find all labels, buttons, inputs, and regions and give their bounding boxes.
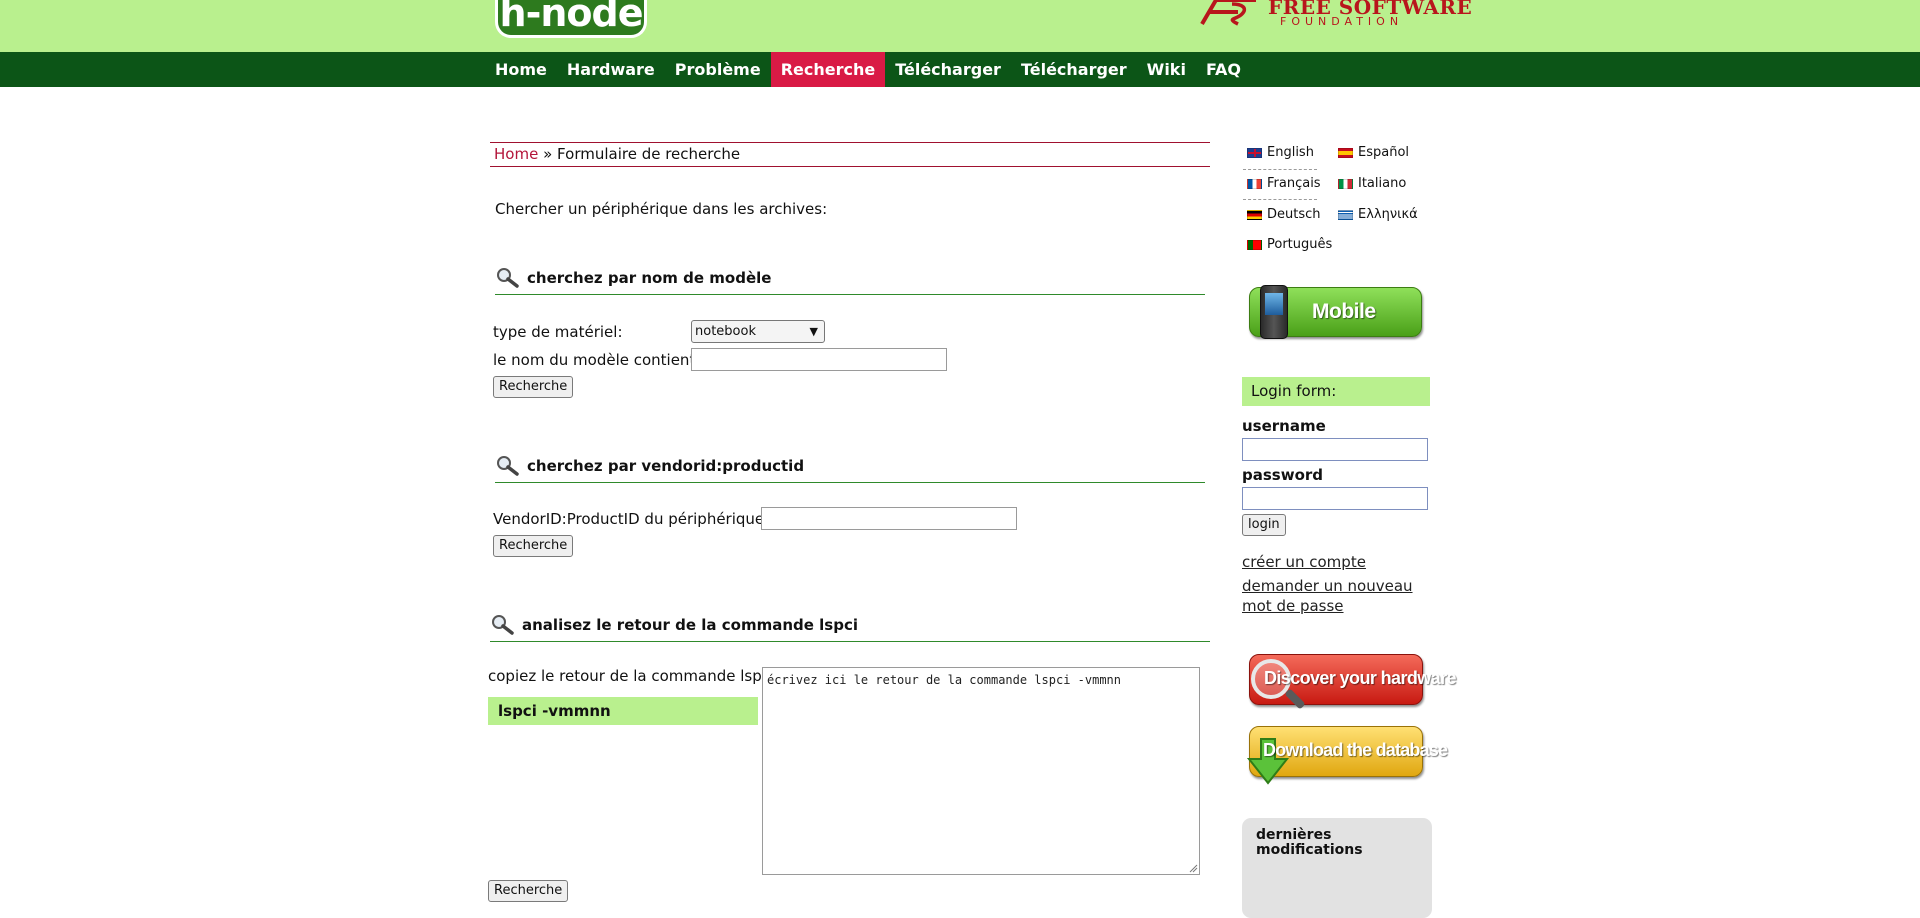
login-form-title: Login form: [1242, 377, 1430, 406]
discover-button-label: Discover your hardware [1264, 668, 1456, 688]
lang-label: Ελληνικά [1358, 207, 1418, 222]
model-search-heading: cherchez par nom de modèle [495, 265, 1205, 295]
main-navbar: Home Hardware Problème Recherche Télécha… [0, 52, 1920, 87]
magnifier-icon [497, 456, 519, 476]
vendor-search-button[interactable]: Recherche [493, 535, 574, 557]
lang-label: English [1267, 145, 1314, 160]
password-label: password [1242, 466, 1324, 484]
lang-french[interactable]: Français [1247, 176, 1321, 191]
top-banner [0, 0, 1920, 52]
nav-home[interactable]: Home [485, 52, 557, 87]
download-database-button[interactable]: Download the database [1246, 726, 1448, 785]
nav-faq[interactable]: FAQ [1196, 52, 1251, 87]
lspci-output-textarea[interactable]: écrivez ici le retour de la commande lsp… [762, 667, 1200, 875]
vendor-product-label: VendorID:ProductID du périphérique: [493, 510, 770, 528]
mobile-button-label: Mobile [1312, 300, 1376, 323]
nav-wiki[interactable]: Wiki [1137, 52, 1196, 87]
lang-greek[interactable]: Ελληνικά [1338, 207, 1418, 222]
download-button-label: Download the database [1263, 740, 1448, 760]
recent-changes-title: dernières modifications [1256, 827, 1363, 858]
model-search-button[interactable]: Recherche [493, 376, 574, 398]
lang-english[interactable]: English [1247, 145, 1314, 160]
vendor-search-title: cherchez par vendorid:productid [527, 457, 805, 475]
spain-flag-icon [1338, 147, 1353, 158]
hardware-type-label: type de matériel: [493, 323, 623, 341]
lang-label: Português [1267, 237, 1333, 252]
magnifier-icon [492, 615, 514, 635]
lang-label: Italiano [1358, 176, 1407, 191]
nav-telecharger-2[interactable]: Télécharger [1011, 52, 1137, 87]
phone-icon [1260, 285, 1288, 339]
intro-text: Chercher un périphérique dans les archiv… [495, 200, 828, 218]
lspci-command-box: lspci -vmmnn [488, 697, 758, 725]
fsf-mark-icon [1200, 0, 1256, 26]
lang-divider [1243, 199, 1317, 200]
model-search-title: cherchez par nom de modèle [527, 269, 772, 287]
lang-label: Français [1267, 176, 1321, 191]
chevron-down-icon: ▼ [809, 325, 818, 338]
vendor-search-heading: cherchez par vendorid:productid [495, 453, 1205, 483]
fsf-logo[interactable]: FREE SOFTWARE FOUNDATION [1198, 0, 1472, 28]
username-input[interactable] [1242, 438, 1428, 461]
model-name-label: le nom du modèle contient: [493, 351, 701, 369]
magnifier-icon [497, 268, 519, 288]
vendor-product-input[interactable] [761, 507, 1017, 530]
new-password-line-2: mot de passe [1242, 597, 1344, 615]
portugal-flag-icon [1247, 239, 1262, 250]
model-name-input[interactable] [691, 348, 947, 371]
lang-label: Deutsch [1267, 207, 1321, 222]
hardware-type-select[interactable]: notebook ▼ [691, 320, 825, 343]
create-account-link[interactable]: créer un compte [1242, 552, 1366, 572]
lspci-search-title: analisez le retour de la commande lspci [522, 616, 858, 634]
breadcrumb-separator: » [543, 145, 553, 163]
lspci-paste-label: copiez le retour de la commande lspci: [488, 667, 780, 685]
lang-label: Español [1358, 145, 1410, 160]
breadcrumb-home-link[interactable]: Home [494, 145, 538, 163]
nav-telecharger[interactable]: Télécharger [885, 52, 1011, 87]
breadcrumb: Home » Formulaire de recherche [490, 142, 1210, 167]
greece-flag-icon [1338, 209, 1353, 220]
recent-changes-box: dernières modifications [1242, 818, 1432, 918]
new-password-line-1: demander un nouveau [1242, 577, 1413, 595]
france-flag-icon [1247, 178, 1262, 189]
magnifier-handle [1284, 688, 1306, 710]
fsf-subtitle: FOUNDATION [1280, 15, 1404, 28]
nav-recherche[interactable]: Recherche [770, 52, 886, 87]
breadcrumb-current: Formulaire de recherche [557, 145, 741, 163]
mobile-button[interactable]: Mobile [1249, 285, 1422, 339]
germany-flag-icon [1247, 209, 1262, 220]
nav-probleme[interactable]: Problème [665, 52, 771, 87]
new-password-link[interactable]: demander un nouveau mot de passe [1242, 576, 1413, 616]
username-label: username [1242, 417, 1326, 435]
resize-grip-icon[interactable] [1188, 863, 1198, 873]
lspci-search-button[interactable]: Recherche [488, 880, 569, 902]
lang-german[interactable]: Deutsch [1247, 207, 1321, 222]
lang-spanish[interactable]: Español [1338, 145, 1409, 160]
login-button[interactable]: login [1242, 514, 1286, 536]
hardware-type-value: notebook [695, 324, 756, 339]
lang-divider [1243, 169, 1317, 170]
lang-italian[interactable]: Italiano [1338, 176, 1406, 191]
nav-hardware[interactable]: Hardware [557, 52, 665, 87]
discover-hardware-button[interactable]: Discover your hardware [1249, 654, 1456, 710]
lspci-textarea-text: écrivez ici le retour de la commande lsp… [767, 673, 1122, 687]
password-input[interactable] [1242, 487, 1428, 510]
italy-flag-icon [1338, 178, 1353, 189]
uk-flag-icon [1247, 147, 1262, 158]
lang-portuguese[interactable]: Português [1247, 237, 1332, 252]
nav-items: Home Hardware Problème Recherche Télécha… [485, 52, 1251, 87]
h-node-logo[interactable]: h-node [495, 0, 647, 38]
lspci-search-heading: analisez le retour de la commande lspci [490, 612, 1210, 642]
